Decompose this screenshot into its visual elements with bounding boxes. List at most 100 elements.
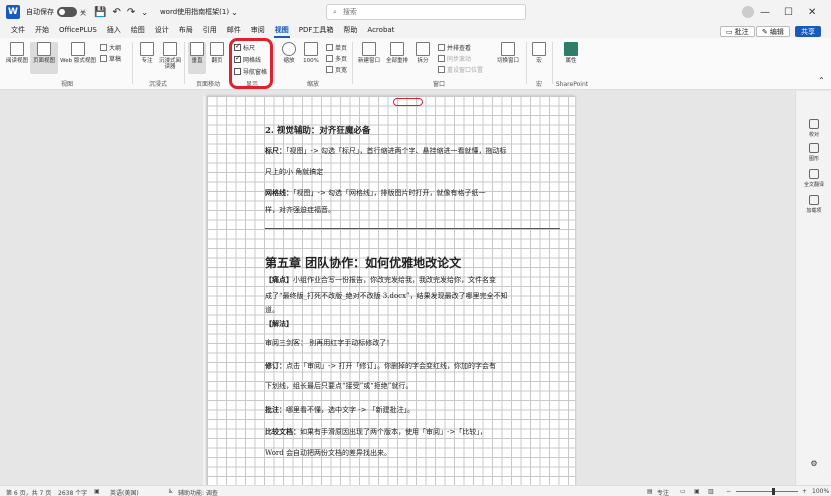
accessibility-status[interactable]: 辅助功能: 调查 xyxy=(178,488,218,496)
tab-mailings[interactable]: 邮件 xyxy=(222,24,246,38)
web-layout-label: Web 版式视图 xyxy=(60,58,96,64)
arrange-all-button[interactable]: 全部重排 xyxy=(384,42,410,64)
tab-help[interactable]: 帮助 xyxy=(338,24,362,38)
tab-review[interactable]: 审阅 xyxy=(246,24,270,38)
language[interactable]: 英语(美国) xyxy=(110,488,139,496)
tab-draw[interactable]: 绘图 xyxy=(126,24,150,38)
reset-window-position-button[interactable]: 重设窗口位置 xyxy=(438,65,483,74)
zoom-100-label: 100% xyxy=(303,58,319,64)
ruler-paragraph-line-1: 标尺：「视图」-> 勾选「标尺」，首行缩进两个字、悬挂缩进一看就懂，拖动标 xyxy=(265,147,506,156)
new-window-button[interactable]: 新建窗口 xyxy=(356,42,382,64)
page-count[interactable]: 第 6 页，共 7 页 xyxy=(6,488,51,496)
tab-view[interactable]: 视图 xyxy=(270,24,294,38)
collapse-ribbon-chevron-icon[interactable]: ⌃ xyxy=(818,76,825,85)
read-mode-view-icon[interactable]: ▭ xyxy=(680,488,686,495)
vertical-pages-icon xyxy=(190,42,204,56)
zoom-button[interactable]: 缩放 xyxy=(278,42,300,64)
word-count[interactable]: 2638 个字 xyxy=(58,488,87,496)
split-button[interactable]: 拆分 xyxy=(412,42,434,64)
zoom-slider-thumb[interactable] xyxy=(772,488,775,495)
zoom-group-label: 缩放 xyxy=(306,81,319,88)
close-button[interactable]: ✕ xyxy=(808,0,830,24)
immersive-reader-button[interactable]: 沉浸式阅读器 xyxy=(158,42,182,70)
track-changes-term: 修订： xyxy=(265,361,286,370)
focus-button[interactable]: 专注 xyxy=(136,42,158,64)
search-placeholder: 搜索 xyxy=(342,8,357,16)
editor-pane-button[interactable]: 校对 xyxy=(796,119,831,138)
reset-window-position-label: 重设窗口位置 xyxy=(447,67,484,74)
menu-bar: 文件 开始 OfficePLUS 插入 绘图 设计 布局 引用 邮件 审阅 视图… xyxy=(0,24,831,38)
redo-icon[interactable]: ↷ xyxy=(127,0,135,24)
macros-label: 宏 xyxy=(536,58,542,64)
switch-windows-button[interactable]: 切换窗口 xyxy=(494,42,522,64)
draw-pane-button[interactable]: 图形 xyxy=(796,143,831,162)
ribbon-divider xyxy=(132,42,133,84)
magnifier-icon xyxy=(282,42,296,56)
switch-windows-label: 切换窗口 xyxy=(496,58,519,64)
macros-button[interactable]: 宏 xyxy=(528,42,550,64)
print-layout-view-icon[interactable]: ▣ xyxy=(694,488,700,495)
properties-icon xyxy=(564,42,578,56)
share-label: 共享 xyxy=(801,27,815,36)
addins-pane-button[interactable]: 加载项 xyxy=(796,195,831,214)
zoom-in-icon[interactable]: + xyxy=(802,488,807,495)
share-button[interactable]: 共享 xyxy=(795,26,821,37)
customize-toolbar-icon[interactable]: ⌄ xyxy=(141,0,148,24)
zoom-slider[interactable] xyxy=(736,491,798,492)
title-chevron-down-icon[interactable]: ⌄ xyxy=(231,0,238,24)
comment-text: 哪里看不懂，选中文字 -> 「新建批注」。 xyxy=(286,406,415,414)
compare-line-2: Word 会自动把两份文档的差异找出来。 xyxy=(265,449,391,457)
zoom-100-button[interactable]: 100% xyxy=(300,42,322,64)
one-page-label: 单页 xyxy=(335,45,348,52)
maximize-button[interactable]: ☐ xyxy=(784,0,806,24)
ribbon-divider xyxy=(184,42,185,84)
avatar[interactable] xyxy=(742,6,754,18)
tab-references[interactable]: 引用 xyxy=(198,24,222,38)
tab-home[interactable]: 开始 xyxy=(30,24,54,38)
properties-button[interactable]: 属性 xyxy=(560,42,582,64)
zoom-out-icon[interactable]: − xyxy=(726,488,731,495)
search-input[interactable]: ⌕ 搜索 xyxy=(326,4,526,20)
read-mode-button[interactable]: 阅读视图 xyxy=(6,42,28,64)
tab-file[interactable]: 文件 xyxy=(6,24,30,38)
autosave-toggle[interactable] xyxy=(57,7,77,17)
multiple-pages-button[interactable]: 多页 xyxy=(326,54,347,63)
vertical-button[interactable]: 垂直 xyxy=(188,42,206,74)
page-width-button[interactable]: 页宽 xyxy=(326,65,347,74)
tab-acrobat[interactable]: Acrobat xyxy=(362,24,399,38)
print-layout-button[interactable]: 页面视图 xyxy=(30,42,58,74)
translate-pane-button[interactable]: 全文翻译 xyxy=(796,169,831,188)
web-layout-view-icon[interactable]: ▥ xyxy=(708,488,714,495)
side-to-side-button[interactable]: 翻页 xyxy=(208,42,226,64)
draft-button[interactable]: 草稿 xyxy=(100,54,121,63)
comments-button[interactable]: ▭ 批注 xyxy=(720,26,755,37)
page-movement-group: 垂直 翻页 页面移动 xyxy=(186,40,230,88)
tab-pdf-tools[interactable]: PDF工具箱 xyxy=(294,24,339,38)
properties-label: 属性 xyxy=(565,58,577,64)
minimize-button[interactable]: — xyxy=(760,0,782,24)
vertical-ruler[interactable] xyxy=(203,96,206,485)
tab-insert[interactable]: 插入 xyxy=(102,24,126,38)
proofing-icon[interactable]: ▣ xyxy=(94,488,100,495)
tab-design[interactable]: 设计 xyxy=(150,24,174,38)
sync-scroll-label: 同步滚动 xyxy=(447,56,472,63)
editing-mode-button[interactable]: ✎ 编辑 xyxy=(756,26,790,37)
one-page-button[interactable]: 单页 xyxy=(326,43,347,52)
undo-icon[interactable]: ↶ xyxy=(112,0,120,24)
split-icon xyxy=(416,42,430,56)
pain-text-a: 小组作业合写一份报告，你改完发给我，我改完发给你，文件名变 xyxy=(293,276,496,284)
outline-button[interactable]: 大纲 xyxy=(100,43,121,52)
page-movement-group-label: 页面移动 xyxy=(195,81,220,88)
settings-gear-icon[interactable]: ⚙ xyxy=(796,459,831,468)
zoom-level[interactable]: 100% xyxy=(812,488,829,495)
tab-layout[interactable]: 布局 xyxy=(174,24,198,38)
view-side-by-side-button[interactable]: 并排查看 xyxy=(438,43,471,52)
focus-status-icon[interactable]: ▤ xyxy=(647,488,653,495)
save-icon[interactable]: 💾 xyxy=(94,0,106,24)
focus-status[interactable]: 专注 xyxy=(657,488,669,496)
sync-scroll-button[interactable]: 同步滚动 xyxy=(438,54,471,63)
track-changes-text-a: 点击「审阅」-> 打开「修订」。你删掉的字会变红线，你加的字会有 xyxy=(286,362,496,370)
web-layout-button[interactable]: Web 版式视图 xyxy=(60,42,96,64)
tab-officeplus[interactable]: OfficePLUS xyxy=(54,24,102,38)
arrange-all-label: 全部重排 xyxy=(385,58,408,64)
